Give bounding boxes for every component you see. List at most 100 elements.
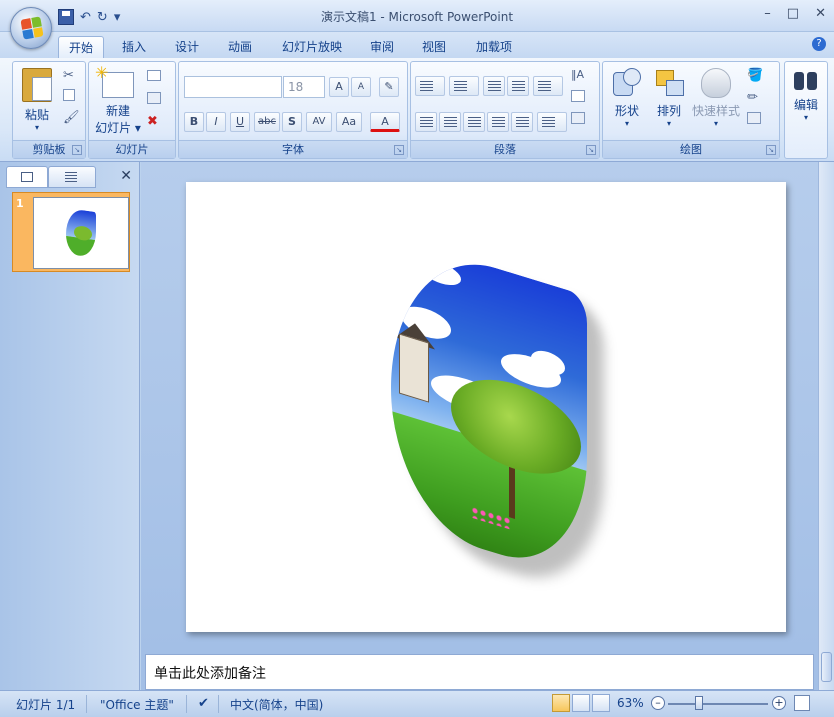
quick-styles-label: 快速样式 (691, 104, 740, 118)
shape-fill-icon[interactable]: 🪣 (747, 68, 763, 84)
zoom-slider-knob[interactable] (695, 696, 703, 710)
tab-slideshow[interactable]: 幻灯片放映 (272, 36, 352, 58)
quick-styles-button[interactable]: 快速样式 ▾ (691, 68, 741, 128)
picture-3d-rotated[interactable] (391, 236, 587, 581)
reset-slide-icon[interactable] (147, 92, 161, 104)
zoom-out-button[interactable]: – (651, 696, 665, 710)
group-clipboard: 粘贴 ▾ ✂ 🖌 剪贴板 ↘ (12, 61, 86, 159)
notes-placeholder[interactable]: 单击此处添加备注 (145, 654, 814, 690)
tab-slides-thumbnails[interactable] (6, 166, 48, 188)
align-text-icon[interactable] (571, 90, 585, 102)
shrink-font-button[interactable]: A (351, 77, 371, 97)
notes-area: 单击此处添加备注 (141, 650, 818, 690)
shape-outline-icon[interactable]: ✏ (747, 90, 763, 106)
group-slides: 新建 幻灯片 ▾ ✖ 幻灯片 (88, 61, 176, 159)
slide-canvas[interactable] (186, 182, 786, 632)
font-name-box[interactable] (184, 76, 282, 98)
align-left-button[interactable] (415, 112, 437, 132)
zoom-in-button[interactable]: + (772, 696, 786, 710)
tab-outline[interactable] (48, 166, 96, 188)
shadow-button[interactable]: S (282, 112, 302, 132)
distributed-button[interactable] (511, 112, 533, 132)
office-button[interactable] (10, 7, 52, 49)
paste-dropdown-icon: ▾ (34, 123, 39, 132)
font-color-button[interactable]: A (370, 112, 400, 132)
slide-sorter-view-button[interactable] (572, 694, 590, 712)
shapes-label: 形状 (614, 104, 639, 118)
help-icon[interactable]: ? (812, 37, 826, 51)
line-spacing-button[interactable] (533, 76, 563, 96)
layout-icon[interactable] (147, 70, 161, 81)
quick-styles-dropdown-icon: ▾ (713, 119, 718, 128)
format-painter-icon[interactable]: 🖌 (63, 110, 80, 126)
smartart-icon[interactable] (571, 112, 585, 124)
increase-indent-button[interactable] (507, 76, 529, 96)
columns-button[interactable] (537, 112, 567, 132)
minimize-button[interactable]: – (764, 6, 771, 21)
font-size-box[interactable]: 18 (283, 76, 325, 98)
copy-icon[interactable] (63, 89, 75, 101)
slideshow-view-button[interactable] (592, 694, 610, 712)
quick-styles-icon (701, 68, 731, 98)
shape-effects-icon[interactable] (747, 112, 761, 124)
normal-view-button[interactable] (552, 694, 570, 712)
spellcheck-icon[interactable]: ✔ (198, 696, 209, 711)
maximize-button[interactable]: □ (787, 6, 799, 21)
tab-animations[interactable]: 动画 (218, 36, 262, 58)
underline-button[interactable]: U (230, 112, 250, 132)
arrange-button[interactable]: 排列 ▾ (651, 68, 687, 128)
numbering-button[interactable] (449, 76, 479, 96)
change-case-button[interactable]: Aa (336, 112, 362, 132)
bold-button[interactable]: B (184, 112, 204, 132)
tab-insert[interactable]: 插入 (112, 36, 156, 58)
binoculars-icon (794, 70, 818, 92)
view-buttons (552, 694, 612, 714)
bullets-button[interactable] (415, 76, 445, 96)
language-indicator[interactable]: 中文(简体，中国) (230, 696, 323, 713)
strikethrough-button[interactable]: abc (254, 112, 280, 132)
group-label-drawing: 绘图 (603, 140, 779, 158)
tab-design[interactable]: 设计 (165, 36, 209, 58)
fit-to-window-icon[interactable] (794, 695, 810, 711)
paragraph-launcher-icon[interactable]: ↘ (586, 145, 596, 155)
drawing-launcher-icon[interactable]: ↘ (766, 145, 776, 155)
zoom-slider-track[interactable] (668, 703, 768, 705)
slide-number: 1 (16, 197, 24, 210)
arrange-dropdown-icon: ▾ (666, 119, 671, 128)
grow-font-button[interactable]: A (329, 77, 349, 97)
shapes-icon (613, 68, 641, 98)
close-button[interactable]: ✕ (815, 6, 826, 21)
zoom-level[interactable]: 63% (617, 696, 644, 710)
justify-button[interactable] (487, 112, 509, 132)
status-bar: 幻灯片 1/1 "Office 主题" ✔ 中文(简体，中国) 63% – + (0, 690, 834, 717)
close-pane-icon[interactable]: ✕ (120, 168, 132, 184)
text-direction-icon[interactable]: ‖A (571, 68, 587, 84)
slide-indicator: 幻灯片 1/1 (16, 698, 76, 712)
editing-button[interactable]: 编辑 ▾ (789, 70, 823, 122)
delete-slide-icon[interactable]: ✖ (147, 114, 163, 130)
new-slide-button[interactable]: 新建 幻灯片 ▾ (93, 63, 143, 136)
char-spacing-button[interactable]: AV (306, 112, 332, 132)
tab-home[interactable]: 开始 (58, 36, 105, 58)
vertical-scrollbar[interactable] (818, 162, 834, 690)
slide-thumbnail[interactable]: 1 (12, 192, 130, 272)
tab-addins[interactable]: 加载项 (466, 36, 522, 58)
group-editing: 编辑 ▾ (784, 61, 828, 159)
font-launcher-icon[interactable]: ↘ (394, 145, 404, 155)
clipboard-launcher-icon[interactable]: ↘ (72, 145, 82, 155)
cut-icon[interactable]: ✂ (63, 68, 79, 84)
italic-button[interactable]: I (206, 112, 226, 132)
group-drawing: 形状 ▾ 排列 ▾ 快速样式 ▾ 🪣 ✏ 绘图 ↘ (602, 61, 780, 159)
theme-name[interactable]: "Office 主题" (100, 696, 174, 713)
tab-review[interactable]: 审阅 (360, 36, 404, 58)
paste-icon (22, 68, 52, 102)
align-center-button[interactable] (439, 112, 461, 132)
decrease-indent-button[interactable] (483, 76, 505, 96)
ribbon-tabs: 开始 插入 设计 动画 幻灯片放映 审阅 视图 加载项 ? (0, 32, 834, 58)
tab-view[interactable]: 视图 (412, 36, 456, 58)
scrollbar-thumb[interactable] (821, 652, 832, 682)
clear-format-icon[interactable]: ✎ (379, 77, 399, 97)
shapes-button[interactable]: 形状 ▾ (609, 68, 645, 128)
paste-button[interactable]: 粘贴 ▾ (19, 68, 55, 132)
align-right-button[interactable] (463, 112, 485, 132)
